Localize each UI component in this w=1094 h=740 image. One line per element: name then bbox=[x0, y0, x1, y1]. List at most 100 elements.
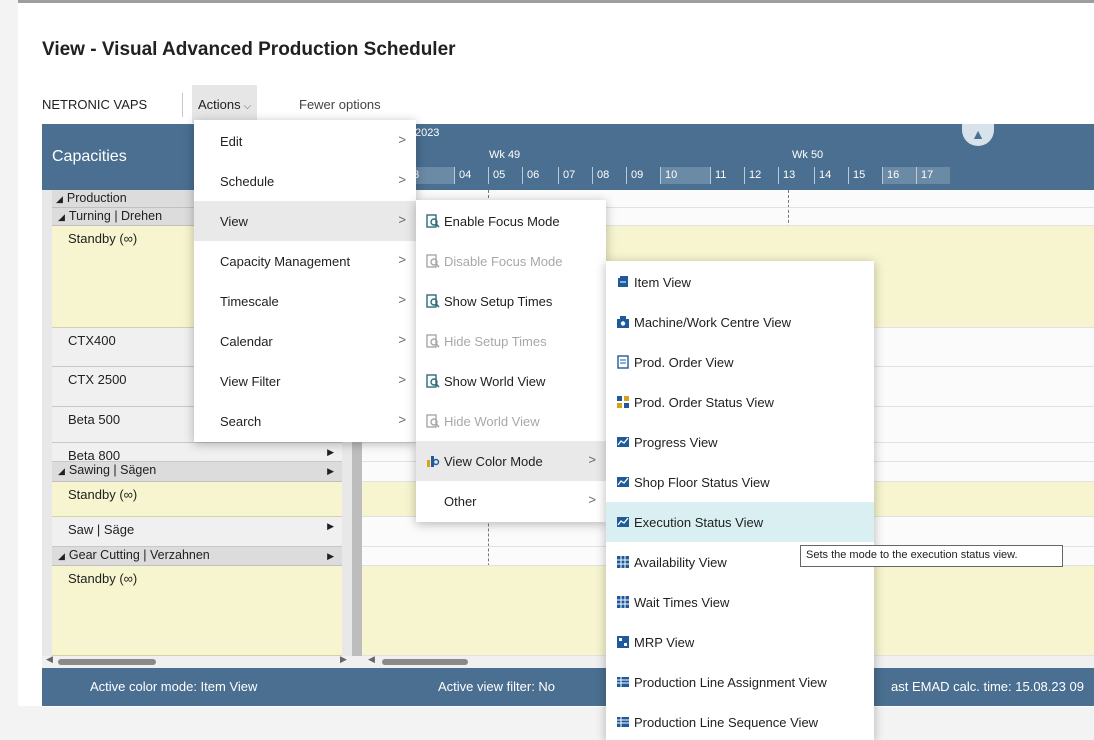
row-label: Beta 800 bbox=[68, 448, 121, 463]
chevron-right-icon: > bbox=[398, 172, 406, 187]
week-label: Wk 49 bbox=[489, 149, 521, 161]
table-icon bbox=[616, 715, 630, 729]
page-title: View - Visual Advanced Production Schedu… bbox=[42, 39, 456, 60]
row-menu-arrow-icon[interactable]: ▶ bbox=[327, 466, 334, 477]
tree-group-row[interactable]: ◢ Sawing | Sägen ▶ bbox=[52, 462, 342, 482]
view-menu-show-setup-times[interactable]: Show Setup Times bbox=[416, 281, 606, 321]
active-color-mode-text: Active color mode: Item View bbox=[90, 679, 258, 694]
menu-item-label: MRP View bbox=[634, 635, 695, 650]
menu-item-label: Prod. Order Status View bbox=[634, 395, 774, 410]
actions-menu-capacity-management[interactable]: Capacity Management > bbox=[194, 241, 416, 281]
color-mode-wait-times-view[interactable]: Wait Times View bbox=[606, 582, 874, 622]
expand-triangle-icon[interactable]: ◢ bbox=[58, 551, 65, 561]
color-mode-execution-status-view[interactable]: Execution Status View bbox=[606, 502, 874, 542]
color-mode-shop-floor-status-view[interactable]: Shop Floor Status View bbox=[606, 462, 874, 502]
view-doc-icon bbox=[426, 334, 440, 348]
color-mode-production-line-assignment-view[interactable]: Production Line Assignment View bbox=[606, 662, 874, 702]
color-mode-prod-order-view[interactable]: Prod. Order View bbox=[606, 342, 874, 382]
fewer-options-button[interactable]: Fewer options bbox=[299, 93, 381, 117]
actions-label: Actions bbox=[198, 97, 241, 112]
view-menu-hide-setup-times[interactable]: Hide Setup Times bbox=[416, 321, 606, 361]
scroll-right-icon[interactable]: ▶ bbox=[340, 654, 347, 665]
chart-icon bbox=[616, 435, 630, 449]
menu-item-label: Production Line Sequence View bbox=[634, 715, 819, 730]
scroll-left-icon[interactable]: ◀ bbox=[46, 654, 53, 665]
day-label: 07 bbox=[558, 167, 592, 184]
row-label: Beta 500 bbox=[68, 412, 121, 427]
menu-item-label: Enable Focus Mode bbox=[444, 214, 560, 229]
tree-group-row[interactable]: ◢ Gear Cutting | Verzahnen ▶ bbox=[52, 547, 342, 566]
row-label: Standby (∞) bbox=[68, 231, 138, 246]
resource-row[interactable]: Beta 800 ▶ bbox=[52, 443, 342, 463]
row-menu-arrow-icon[interactable]: ▶ bbox=[327, 551, 334, 562]
expand-triangle-icon[interactable]: ◢ bbox=[58, 466, 65, 476]
menu-item-label: View Color Mode bbox=[444, 454, 543, 469]
view-menu-disable-focus-mode[interactable]: Disable Focus Mode bbox=[416, 241, 606, 281]
view-menu-other[interactable]: Other > bbox=[416, 481, 606, 521]
day-label: 12 bbox=[744, 167, 778, 184]
scroll-left-icon[interactable]: ◀ bbox=[368, 654, 375, 665]
menu-item-label: Item View bbox=[634, 275, 691, 290]
netronic-vaps-tab[interactable]: NETRONIC VAPS bbox=[42, 93, 147, 117]
view-menu-view-color-mode[interactable]: View Color Mode > bbox=[416, 441, 606, 481]
color-mode-progress-view[interactable]: Progress View bbox=[606, 422, 874, 462]
chevron-right-icon: > bbox=[588, 492, 596, 507]
day-label: 16 bbox=[882, 167, 916, 184]
actions-menu: Edit > Schedule > View > Capacity Management > T… bbox=[194, 120, 416, 442]
actions-menu-view-filter[interactable]: View Filter > bbox=[194, 361, 416, 401]
day-label: 08 bbox=[592, 167, 626, 184]
view-doc-icon bbox=[426, 214, 440, 228]
chart-icon bbox=[616, 515, 630, 529]
menu-item-label: Timescale bbox=[220, 294, 279, 309]
menu-item-label: Disable Focus Mode bbox=[444, 254, 563, 269]
chevron-right-icon: > bbox=[398, 252, 406, 267]
actions-menu-view[interactable]: View > bbox=[194, 201, 416, 241]
status-bar: Active color mode: Item View Active view… bbox=[42, 668, 1094, 706]
chevron-up-icon: ▲ bbox=[971, 126, 985, 142]
view-menu-show-world-view[interactable]: Show World View bbox=[416, 361, 606, 401]
menu-item-label: Progress View bbox=[634, 435, 718, 450]
collapse-header-button[interactable]: ▲ bbox=[962, 124, 994, 146]
menu-item-label: Hide Setup Times bbox=[444, 334, 547, 349]
grid-icon bbox=[616, 555, 630, 569]
menu-item-label: Show World View bbox=[444, 374, 546, 389]
expand-triangle-icon[interactable]: ◢ bbox=[56, 194, 63, 204]
actions-menu-schedule[interactable]: Schedule > bbox=[194, 161, 416, 201]
standby-row[interactable]: Standby (∞) bbox=[52, 482, 342, 517]
color-mode-production-line-sequence-view[interactable]: Production Line Sequence View bbox=[606, 702, 874, 740]
view-color-mode-submenu: Item View Machine/Work Centre View Prod. O… bbox=[606, 261, 874, 740]
color-mode-item-view[interactable]: Item View bbox=[606, 262, 874, 302]
row-menu-arrow-icon[interactable]: ▶ bbox=[327, 447, 334, 458]
menu-item-label: Show Setup Times bbox=[444, 294, 553, 309]
view-menu-hide-world-view[interactable]: Hide World View bbox=[416, 401, 606, 441]
menu-item-label: Machine/Work Centre View bbox=[634, 315, 792, 330]
grid-scrollbar-thumb[interactable] bbox=[382, 659, 468, 665]
view-doc-icon bbox=[426, 414, 440, 428]
menu-item-label: Production Line Assignment View bbox=[634, 675, 827, 690]
toolbar-divider bbox=[182, 93, 183, 117]
row-label: Standby (∞) bbox=[68, 571, 138, 586]
tree-scrollbar-thumb[interactable] bbox=[58, 659, 156, 665]
actions-menu-calendar[interactable]: Calendar > bbox=[194, 321, 416, 361]
view-doc-icon bbox=[426, 294, 440, 308]
row-label: Gear Cutting | Verzahnen bbox=[68, 548, 210, 562]
actions-menu-search[interactable]: Search > bbox=[194, 401, 416, 441]
mrp-icon bbox=[616, 635, 630, 649]
color-mode-prod-order-status-view[interactable]: Prod. Order Status View bbox=[606, 382, 874, 422]
expand-triangle-icon[interactable]: ◢ bbox=[58, 212, 65, 222]
color-mode-machine-work-centre-view[interactable]: Machine/Work Centre View bbox=[606, 302, 874, 342]
chevron-right-icon: > bbox=[398, 332, 406, 347]
menu-item-label: Execution Status View bbox=[634, 515, 764, 530]
row-menu-arrow-icon[interactable]: ▶ bbox=[327, 521, 334, 532]
timescale-header: ber 2023 Wk 49 Wk 50 0203040506070809101… bbox=[352, 124, 1094, 190]
day-label: 14 bbox=[814, 167, 848, 184]
chevron-right-icon: > bbox=[398, 292, 406, 307]
actions-menu-timescale[interactable]: Timescale > bbox=[194, 281, 416, 321]
standby-row[interactable]: Standby (∞) bbox=[52, 566, 342, 656]
view-menu-enable-focus-mode[interactable]: Enable Focus Mode bbox=[416, 201, 606, 241]
color-mode-mrp-view[interactable]: MRP View bbox=[606, 622, 874, 662]
resource-row[interactable]: Saw | Säge ▶ bbox=[52, 517, 342, 547]
actions-button[interactable]: Actions ⌵ bbox=[192, 85, 258, 123]
actions-menu-edit[interactable]: Edit > bbox=[194, 121, 416, 161]
emad-calc-time-text: ast EMAD calc. time: 15.08.23 09 bbox=[891, 679, 1084, 694]
